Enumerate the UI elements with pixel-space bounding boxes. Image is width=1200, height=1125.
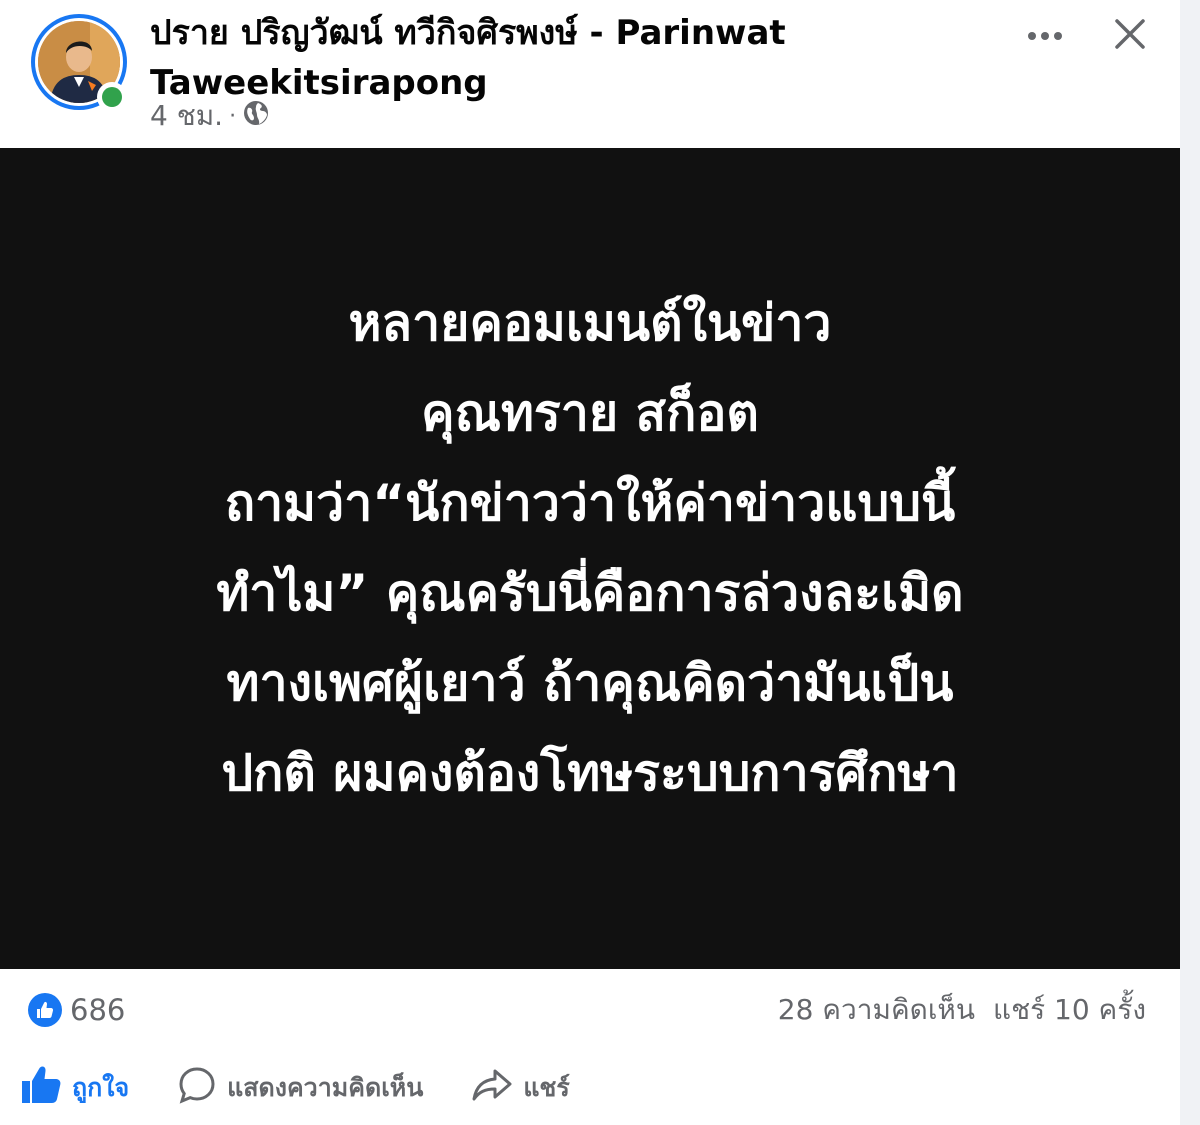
post-stats: 28 ความคิดเห็น แชร์ 10 ครั้ง — [778, 990, 1146, 1030]
like-reaction-icon — [28, 993, 62, 1027]
like-label: ถูกใจ — [72, 1073, 130, 1102]
author-name-line1[interactable]: ปราย ปริญวัฒน์ ทวีกิจศิรพงษ์ - Parinwat — [150, 8, 910, 58]
image-text-line: ทางเพศผู้เยาว์ ถ้าคุณคิดว่ามันเป็น — [226, 654, 954, 712]
post-meta: 4 ชม. · — [150, 96, 270, 136]
close-button[interactable] — [1106, 12, 1154, 60]
image-text-line: ทำไม” คุณครับนี่คือการล่วงละเมิด — [216, 564, 964, 622]
more-options-button[interactable] — [1020, 18, 1070, 52]
online-status-indicator — [97, 82, 127, 112]
comment-icon — [177, 1065, 217, 1111]
share-label: แชร์ — [523, 1073, 570, 1102]
image-text-line: หลายคอมเมนต์ในข่าว — [348, 294, 832, 352]
post-image[interactable]: หลายคอมเมนต์ในข่าว คุณทราย สก็อต ถามว่า“… — [0, 148, 1180, 969]
comment-button[interactable]: แสดงความคิดเห็น — [177, 1065, 423, 1111]
share-count[interactable]: แชร์ 10 ครั้ง — [993, 988, 1146, 1032]
viewer-right-edge — [1180, 0, 1200, 1125]
image-text-line: ปกติ ผมคงต้องโทษระบบการศึกษา — [221, 744, 959, 802]
thumbs-up-icon — [20, 1065, 62, 1111]
share-button[interactable]: แชร์ — [471, 1065, 570, 1111]
close-icon — [1113, 17, 1147, 55]
image-text-line: ถามว่า“นักข่าวว่าให้ค่าข่าวแบบนี้ — [224, 474, 956, 532]
reaction-count[interactable]: 686 — [70, 993, 125, 1027]
author-name[interactable]: ปราย ปริญวัฒน์ ทวีกิจศิรพงษ์ - Parinwat … — [150, 8, 910, 108]
meta-separator: · — [229, 103, 237, 129]
reactions-summary[interactable]: 686 — [28, 990, 125, 1030]
image-text: หลายคอมเมนต์ในข่าว คุณทราย สก็อต ถามว่า“… — [0, 278, 1180, 818]
share-icon — [471, 1065, 513, 1111]
image-text-line: คุณทราย สก็อต — [421, 384, 759, 442]
globe-icon[interactable] — [242, 99, 270, 134]
comment-label: แสดงความคิดเห็น — [227, 1073, 424, 1102]
post-timestamp[interactable]: 4 ชม. — [150, 94, 223, 138]
action-bar: ถูกใจ แสดงความคิดเห็น แชร์ — [20, 1062, 570, 1114]
comment-count[interactable]: 28 ความคิดเห็น — [778, 988, 975, 1032]
more-options-icon — [1027, 26, 1063, 45]
like-button[interactable]: ถูกใจ — [20, 1065, 129, 1111]
